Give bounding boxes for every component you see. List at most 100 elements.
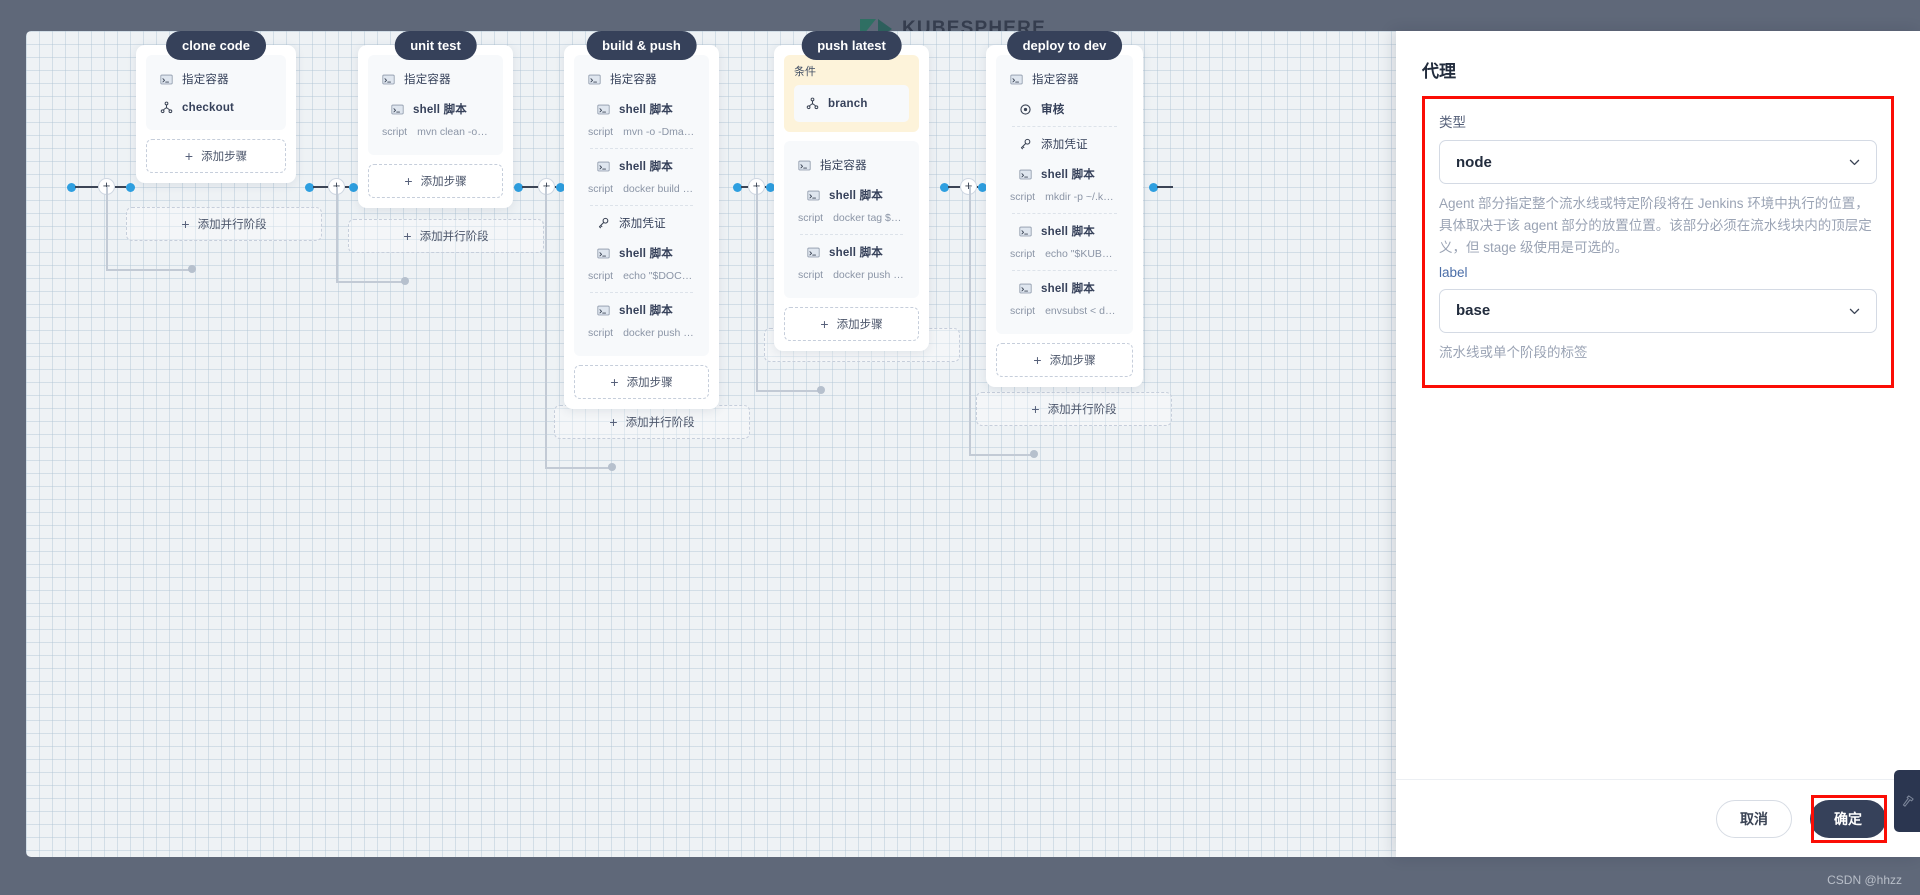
connector-branch-line xyxy=(336,187,338,282)
condition-value: branch xyxy=(828,97,868,110)
pipeline-step[interactable]: 添加凭证 xyxy=(1008,129,1121,159)
connector-dot[interactable] xyxy=(1030,450,1038,458)
step-script: script docker push $REGISTR… xyxy=(586,325,697,347)
pipeline-step[interactable]: 添加凭证 xyxy=(586,208,697,238)
script-key: script xyxy=(798,269,824,281)
connector-dot[interactable] xyxy=(817,386,825,394)
cancel-button[interactable]: 取消 xyxy=(1716,799,1792,838)
tools-tab[interactable] xyxy=(1894,770,1920,832)
connector-dot[interactable] xyxy=(349,183,358,192)
type-select[interactable]: node xyxy=(1439,140,1877,184)
gear-icon xyxy=(1020,103,1031,115)
connector-branch-line xyxy=(106,269,192,271)
pipeline-step[interactable]: shell 脚本 xyxy=(1008,159,1121,189)
step-label: 指定容器 xyxy=(404,74,451,86)
add-step-label: 添加步骤 xyxy=(626,377,673,389)
step-label: shell 脚本 xyxy=(619,161,674,173)
add-parallel-label: 添加并行阶段 xyxy=(197,219,267,231)
stage-name-badge[interactable]: push latest xyxy=(801,31,902,60)
pipeline-step[interactable]: shell 脚本 xyxy=(586,295,697,325)
connector-dot[interactable] xyxy=(401,277,409,285)
label-select[interactable]: base xyxy=(1439,288,1877,333)
pipeline-step[interactable]: checkout xyxy=(158,94,274,121)
script-value: docker build -f Dockerfile-o… xyxy=(623,183,695,195)
add-step-button[interactable]: + 添加步骤 xyxy=(996,343,1133,377)
stage-name-badge[interactable]: build & push xyxy=(586,31,697,60)
stage-name-badge[interactable]: unit test xyxy=(394,31,477,60)
stage-steps: 指定容器 shell 脚本 script mvn clean -o -gs `pwd`… xyxy=(368,55,503,155)
step-divider xyxy=(590,292,693,293)
step-script: script mkdir -p ~/.kube/ xyxy=(1008,189,1121,211)
script-value: docker push $REGISTRY/$… xyxy=(833,269,905,281)
pipeline-step[interactable]: shell 脚本 xyxy=(380,94,491,124)
pipeline-step[interactable]: 审核 xyxy=(1008,94,1121,124)
pipeline-step[interactable]: shell 脚本 xyxy=(796,237,907,267)
pipeline-step[interactable]: 指定容器 xyxy=(380,64,491,94)
add-step-label: 添加步骤 xyxy=(1049,355,1096,367)
connector-line xyxy=(522,186,538,188)
pipeline-step[interactable]: 指定容器 xyxy=(1008,64,1121,94)
add-step-button[interactable]: + 添加步骤 xyxy=(574,365,709,399)
stage-card[interactable]: 指定容器 shell 脚本 script mvn -o -Dmaven.test.sk… xyxy=(564,45,719,409)
step-label: shell 脚本 xyxy=(829,190,884,202)
connector-dot[interactable] xyxy=(126,183,135,192)
pipeline-step[interactable]: 指定容器 xyxy=(796,150,907,180)
add-step-button[interactable]: + 添加步骤 xyxy=(146,139,286,173)
step-label: shell 脚本 xyxy=(1041,283,1096,295)
add-parallel-stage-button[interactable]: + 添加并行阶段 xyxy=(976,392,1172,426)
plus-icon: + xyxy=(1033,352,1042,368)
label-select-value: base xyxy=(1456,302,1491,320)
pipeline-step[interactable]: shell 脚本 xyxy=(586,151,697,181)
connector-dot[interactable] xyxy=(608,463,616,471)
connector-branch-line xyxy=(756,390,821,392)
add-step-button[interactable]: + 添加步骤 xyxy=(784,307,919,341)
connector-branch-line xyxy=(969,187,971,455)
connector-branch-line xyxy=(756,187,758,391)
add-parallel-stage-button[interactable]: + 添加并行阶段 xyxy=(348,219,544,253)
drawer-title: 代理 xyxy=(1422,62,1456,81)
add-step-button[interactable]: + 添加步骤 xyxy=(368,164,503,198)
stage-card[interactable]: 指定容器 shell 脚本 script mvn clean -o -gs `pwd`… xyxy=(358,45,513,208)
terminal-icon xyxy=(597,305,610,315)
condition-item[interactable]: branch xyxy=(794,85,909,122)
plus-icon: + xyxy=(1031,401,1040,417)
connector-line xyxy=(313,186,328,188)
terminal-icon xyxy=(1010,74,1023,84)
condition-label: 条件 xyxy=(794,66,816,78)
pipeline-step[interactable]: 指定容器 xyxy=(158,64,274,94)
pipeline-step[interactable]: shell 脚本 xyxy=(1008,273,1121,303)
script-value: mvn -o -Dmaven.test.skip=t… xyxy=(623,126,695,138)
step-divider xyxy=(1012,270,1117,271)
pipeline-step[interactable]: shell 脚本 xyxy=(796,180,907,210)
add-parallel-label: 添加并行阶段 xyxy=(625,417,695,429)
terminal-icon xyxy=(1019,226,1032,236)
agent-drawer: 代理 类型 node Agent 部分指定整个流水线或特定阶段将在 Jenkin… xyxy=(1396,31,1920,857)
pipeline-step[interactable]: shell 脚本 xyxy=(586,238,697,268)
add-step-label: 添加步骤 xyxy=(420,176,467,188)
pipeline-step[interactable]: 指定容器 xyxy=(586,64,697,94)
pipeline-step[interactable]: shell 脚本 xyxy=(1008,216,1121,246)
add-parallel-stage-button[interactable]: + 添加并行阶段 xyxy=(126,207,322,241)
stage-card[interactable]: 指定容器 checkout + 添加步骤 xyxy=(136,45,296,183)
stage-card[interactable]: 指定容器 审核 添加凭证 shell 脚本 script mkdir -p ~/.kube… xyxy=(986,45,1143,387)
connector-branch-line xyxy=(969,454,1034,456)
step-label: 指定容器 xyxy=(610,74,657,86)
stage-condition[interactable]: 条件 branch xyxy=(784,55,919,132)
step-script: script echo "$DOCKER_PASS… xyxy=(586,268,697,290)
pipeline-step[interactable]: shell 脚本 xyxy=(586,94,697,124)
insert-stage-button[interactable]: + xyxy=(538,178,555,195)
terminal-icon xyxy=(588,74,601,84)
connector-branch-line xyxy=(106,187,108,270)
script-value: mkdir -p ~/.kube/ xyxy=(1045,191,1119,203)
stage-name-badge[interactable]: clone code xyxy=(166,31,266,60)
stage-name-badge[interactable]: deploy to dev xyxy=(1006,31,1123,60)
plus-icon: + xyxy=(609,414,618,430)
stage-card[interactable]: 条件 branch 指定容器 shell 脚本 script docker tag $RE… xyxy=(774,45,929,351)
step-divider xyxy=(1012,126,1117,127)
confirm-button[interactable]: 确定 xyxy=(1810,799,1886,838)
connector-dot[interactable] xyxy=(188,265,196,273)
add-parallel-stage-button[interactable]: + 添加并行阶段 xyxy=(554,405,750,439)
key-icon xyxy=(1020,138,1031,149)
step-divider xyxy=(1012,213,1117,214)
plus-icon: + xyxy=(184,148,194,164)
